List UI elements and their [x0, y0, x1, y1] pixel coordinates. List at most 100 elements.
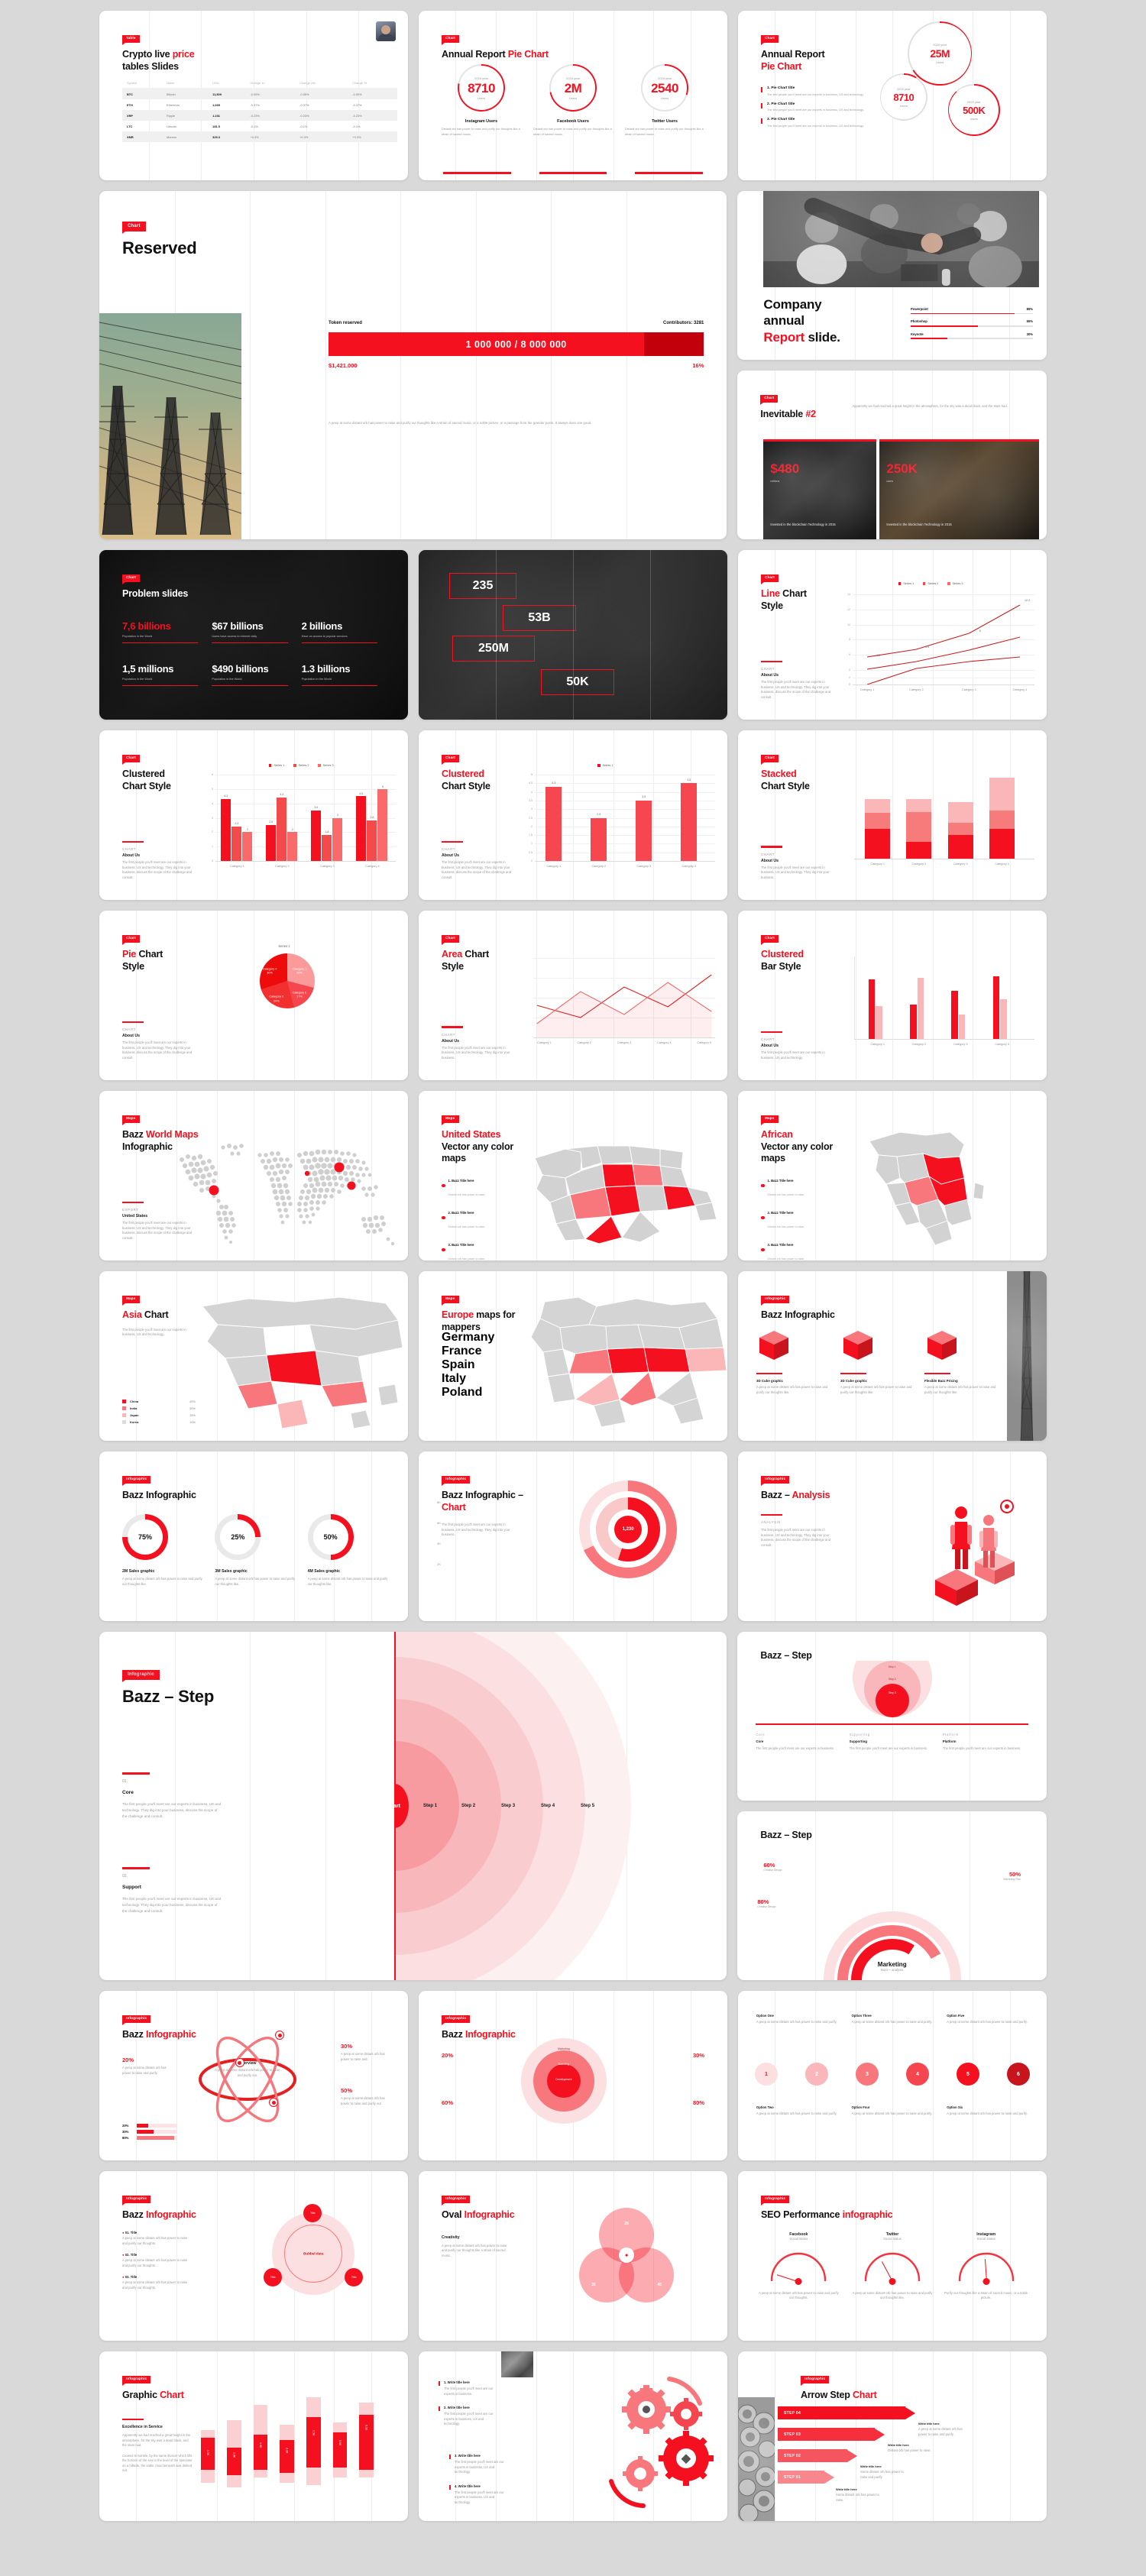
gear-item[interactable]: 3. Write title here The first people you… [449, 2454, 510, 2475]
legend-series-1: Series 1 [269, 764, 284, 767]
option-circle-2[interactable]: 2 [805, 2063, 828, 2086]
number-box-2[interactable]: 53B [503, 605, 576, 631]
option-label: Option Four [851, 2105, 870, 2109]
skill-photoshop[interactable]: Photoshop 55% [911, 319, 1033, 327]
slide-arrow-step[interactable]: Infographic Arrow Step Chart STEP 04 STE… [738, 2351, 1047, 2521]
bubble-node-2[interactable]: Title [264, 2268, 283, 2287]
slide-analysis[interactable]: Infographic Bazz – Analysis ANALYSIS The… [738, 1451, 1047, 1621]
slide-donut-infographic[interactable]: Infographic Bazz Infographic 75% 2M Sale… [99, 1451, 408, 1621]
option-bottom-1[interactable]: Option Two A peep at some distant orb ha… [756, 2105, 838, 2117]
slide-crypto-table[interactable]: Table Crypto live price tables Slides Sy… [99, 11, 408, 180]
step-label-2[interactable]: Step 2 [461, 1804, 475, 1808]
slide-big-numbers[interactable]: 235 53B 250M 50K [419, 550, 727, 720]
slide-clustered-2[interactable]: Chart Clustered Chart Style CHART About U… [419, 730, 727, 900]
step-label-4[interactable]: Step 4 [541, 1804, 555, 1808]
number-box-3[interactable]: 250M [452, 636, 535, 662]
metric-year: 2020 year [896, 86, 911, 91]
list-item[interactable]: 3. Pie Chart title The first people you'… [761, 118, 869, 128]
big-number: 235 [472, 579, 494, 592]
slide-company-report[interactable]: Company annual Report slide. Powerpoint 8… [737, 191, 1047, 360]
slide-pie-style[interactable]: Chart Pie Chart Style CHART About Us The … [99, 911, 408, 1080]
bubble-node-3[interactable]: Title [345, 2268, 364, 2287]
slide-step-small[interactable]: Bazz – Step Step 1 Step 2 Step 3 Core Co… [737, 1632, 1047, 1801]
slide-circle-infographic[interactable]: Infographic Bazz Infographic Marketing B… [419, 1991, 727, 2160]
stacked-bar-plot: Category 1 Category 2 Category 3 Category … [854, 778, 1034, 866]
slide-clustered-1[interactable]: Chart Clustered Chart Style CHART About U… [99, 730, 408, 900]
page-title: Company annual Report slide. [763, 297, 840, 345]
bar-label: 1.9K [259, 2442, 263, 2448]
skill-powerpoint[interactable]: Powerpoint 85% [911, 307, 1033, 315]
slide-tag: Maps [122, 1295, 140, 1306]
slide-atom-infographic[interactable]: Infographic Bazz Infographic Overview A … [99, 1991, 408, 2160]
skill-keynote[interactable]: Keynote 30% [911, 332, 1033, 339]
slide-gears[interactable]: 1. Write title here The first people you… [419, 2351, 727, 2521]
list-item[interactable]: 1. Pie Chart title The first people you'… [761, 86, 869, 97]
slide-asia-map[interactable]: Maps Asia Chart The first people you'll … [99, 1271, 408, 1441]
analysis-kicker: ANALYSIS [761, 1520, 781, 1525]
gear-item[interactable]: 4. Write title here The first people you… [449, 2484, 510, 2506]
skill-name: Photoshop [911, 319, 927, 324]
slide-line-chart[interactable]: Chart Line Chart Style CHART About Us Th… [738, 550, 1047, 720]
slide-inevitable[interactable]: Chart Inevitable #2 Apparently we had re… [737, 371, 1047, 539]
option-circle-6[interactable]: 6 [1007, 2063, 1030, 2086]
option-circle-4[interactable]: 4 [906, 2063, 929, 2086]
option-bottom-2[interactable]: Option Four A peep at some distant orb h… [852, 2105, 934, 2117]
pie-slice-label-1: Category 1 29% [292, 967, 307, 975]
slide-problem[interactable]: Chart Problem slides 7,6 billions Popula… [99, 550, 408, 720]
slide-stacked[interactable]: Chart Stacked Chart Style CHART About Us … [738, 730, 1047, 900]
option-top-1[interactable]: Option One A peep at some distant orb ha… [756, 2014, 838, 2025]
slide-bazz-step[interactable]: Start Step 1 Step 2 Step 3 Step 4 Step 5… [99, 1632, 727, 1980]
bubble-center-label: Bubbel data [303, 2251, 324, 2256]
number-box-1[interactable]: 235 [449, 573, 516, 599]
slide-us-map[interactable]: Maps United States Vector any color maps … [419, 1091, 727, 1260]
slide-bubble-infographic[interactable]: Infographic Bazz Infographic ● 01. Title… [99, 2171, 408, 2341]
slide-tag: Infographic [122, 2195, 151, 2205]
venn-value-1: 25 [624, 2222, 629, 2226]
slide-world-map[interactable]: Maps Bazz World Maps Infographic EXPORT U… [99, 1091, 408, 1260]
stack-category-3 [947, 801, 973, 859]
page-title: Bazz Infographic [122, 2209, 196, 2220]
slide-oval-infographic[interactable]: Infographic Oval Infographic Creativity … [419, 2171, 727, 2341]
option-circle-1[interactable]: 1 [755, 2063, 778, 2086]
page-title: Crypto live price tables Slides [122, 49, 195, 72]
slide-step-marketing[interactable]: Bazz – Step Marketing Bazz – analysis 60… [737, 1811, 1047, 1980]
big-number: 50K [566, 675, 589, 688]
slide-europe-map[interactable]: Maps Europe maps for mappers Germany Fra… [419, 1271, 727, 1441]
list-item[interactable]: 2. Pie Chart title The first people you'… [761, 102, 869, 113]
slide-annual-pie-2[interactable]: Chart Annual Report Pie Chart 1. Pie Char… [738, 11, 1047, 180]
clustered-bar-plot: 6 5 4 3 2 1 0 4.3 2.4 2 2.5 4.4 2 3.5 1.… [212, 773, 396, 868]
skill-bars: Powerpoint 85% Photoshop 55% Keynote 30% [911, 307, 1033, 345]
coins-photo [738, 2397, 775, 2521]
option-circle-row: 1 2 3 4 5 6 [755, 2063, 1030, 2086]
inevitable-desc: Apparently we had reached a great height… [852, 404, 1008, 408]
option-top-3[interactable]: Option Five A peep at some distant orb h… [947, 2014, 1028, 2025]
skill-percent: 55% [1026, 319, 1033, 324]
slide-cube-infographic[interactable]: Infographic Bazz Infographic 3D Cube gra… [738, 1271, 1047, 1441]
option-top-2[interactable]: Option Three A peep at some distant orb … [852, 2014, 934, 2025]
slide-graphic-chart[interactable]: Infographic Graphic Chart Excellence in … [99, 2351, 408, 2521]
option-bottom-3[interactable]: Option Six A peep at some distant orb ha… [947, 2105, 1028, 2117]
slide-seo-performance[interactable]: Infographic SEO Performance infographic … [738, 2171, 1047, 2341]
gear-item[interactable]: 1. Write title here The first people you… [439, 2380, 500, 2396]
step-label-5[interactable]: Step 5 [581, 1804, 594, 1808]
slide-clustered-bar[interactable]: Chart Clustered Bar Style CHART About Us … [738, 911, 1047, 1080]
option-labels-top: Option One A peep at some distant orb ha… [756, 2014, 1028, 2025]
page-title: Inevitable #2 [760, 409, 816, 419]
bar-label: 2.5K [312, 2429, 316, 2436]
cube-card[interactable]: Flexible Bazz Pricing A peep at some dis… [924, 1328, 999, 1395]
step-label-1[interactable]: Step 1 [423, 1804, 437, 1808]
gear-item[interactable]: 2. Write title here The first people you… [439, 2406, 500, 2427]
slide-tag: Maps [761, 1115, 779, 1125]
option-circle-3[interactable]: 3 [856, 2063, 879, 2086]
item-head: 1. Write title here [444, 2380, 470, 2384]
option-circle-5[interactable]: 5 [957, 2063, 979, 2086]
number-box-4[interactable]: 50K [541, 669, 614, 695]
slide-area-style[interactable]: Chart Area Chart Style CHART About Us The… [419, 911, 727, 1080]
slide-option-infographic[interactable]: Option One A peep at some distant orb ha… [738, 1991, 1047, 2160]
deck-row-8: Infographic Bazz Infographic 75% 2M Sale… [99, 1451, 1047, 1621]
slide-info-chart[interactable]: Infographic Bazz Infographic – Chart The… [419, 1451, 727, 1621]
slide-africa-map[interactable]: Maps African Vector any color maps 1. Baz… [738, 1091, 1047, 1260]
step-label-3[interactable]: Step 3 [501, 1804, 515, 1808]
slide-annual-pie-1[interactable]: Chart Annual Report Pie Chart 2020 year … [419, 11, 727, 180]
slide-reserved[interactable]: Chart Reserved Token reserved Contributo… [99, 191, 727, 539]
